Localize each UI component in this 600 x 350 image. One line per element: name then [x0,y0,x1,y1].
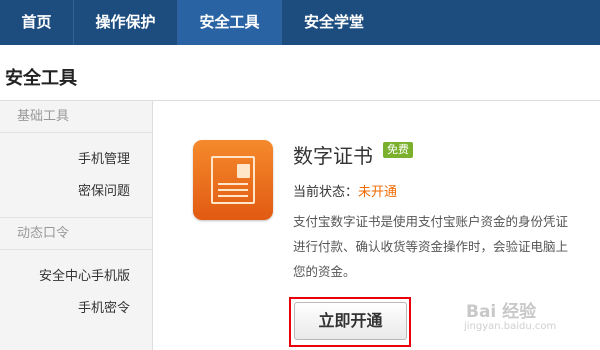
sidebar: 基础工具 手机管理 密保问题 动态口令 安全中心手机版 手机密令 [0,101,153,350]
description-line: 支付宝数字证书是使用支付宝账户资金的身份凭证 [293,214,569,229]
nav-home[interactable]: 首页 [0,0,74,45]
status-label: 当前状态： [293,185,359,200]
sidebar-group-dynamic-token: 安全中心手机版 手机密令 [0,250,152,334]
certificate-line-shape [218,195,248,197]
sidebar-item-phone-management[interactable]: 手机管理 [0,144,152,176]
nav-operation-protection[interactable]: 操作保护 [74,0,178,45]
status-value: 未开通 [358,185,398,200]
certificate-icon [193,140,273,220]
certificate-card-shape [211,156,255,204]
page-title: 安全工具 [5,68,77,89]
sidebar-item-security-center-mobile[interactable]: 安全中心手机版 [0,261,152,293]
sidebar-group-header-basic-tools: 基础工具 [0,101,152,133]
tool-description: 支付宝数字证书是使用支付宝账户资金的身份凭证 进行付款、确认收货等资金操作时，会… [293,209,568,284]
certificate-line-shape [218,183,248,185]
status-row: 当前状态：未开通 [293,181,397,200]
sidebar-item-security-questions[interactable]: 密保问题 [0,176,152,208]
free-badge: 免费 [383,142,413,158]
watermark: Bai 经验 jingyan.baidu.com [464,297,556,332]
tool-name: 数字证书 [293,144,373,168]
certificate-line-shape [218,189,248,191]
certificate-photo-shape [237,164,250,178]
description-line: 进行付款、确认收货等资金操作时，会验证电脑上 [293,239,569,254]
sidebar-item-phone-token[interactable]: 手机密令 [0,293,152,325]
nav-security-tools[interactable]: 安全工具 [178,0,282,45]
description-line: 您的资金。 [293,264,356,279]
activate-button[interactable]: 立即开通 [294,302,407,340]
sidebar-group-header-dynamic-token: 动态口令 [0,218,152,250]
watermark-logo: Bai 经验 [466,302,537,322]
nav-security-school[interactable]: 安全学堂 [282,0,386,45]
sidebar-group-basic-tools: 手机管理 密保问题 [0,133,152,217]
top-nav: 首页 操作保护 安全工具 安全学堂 [0,0,600,45]
watermark-url: jingyan.baidu.com [464,321,557,332]
